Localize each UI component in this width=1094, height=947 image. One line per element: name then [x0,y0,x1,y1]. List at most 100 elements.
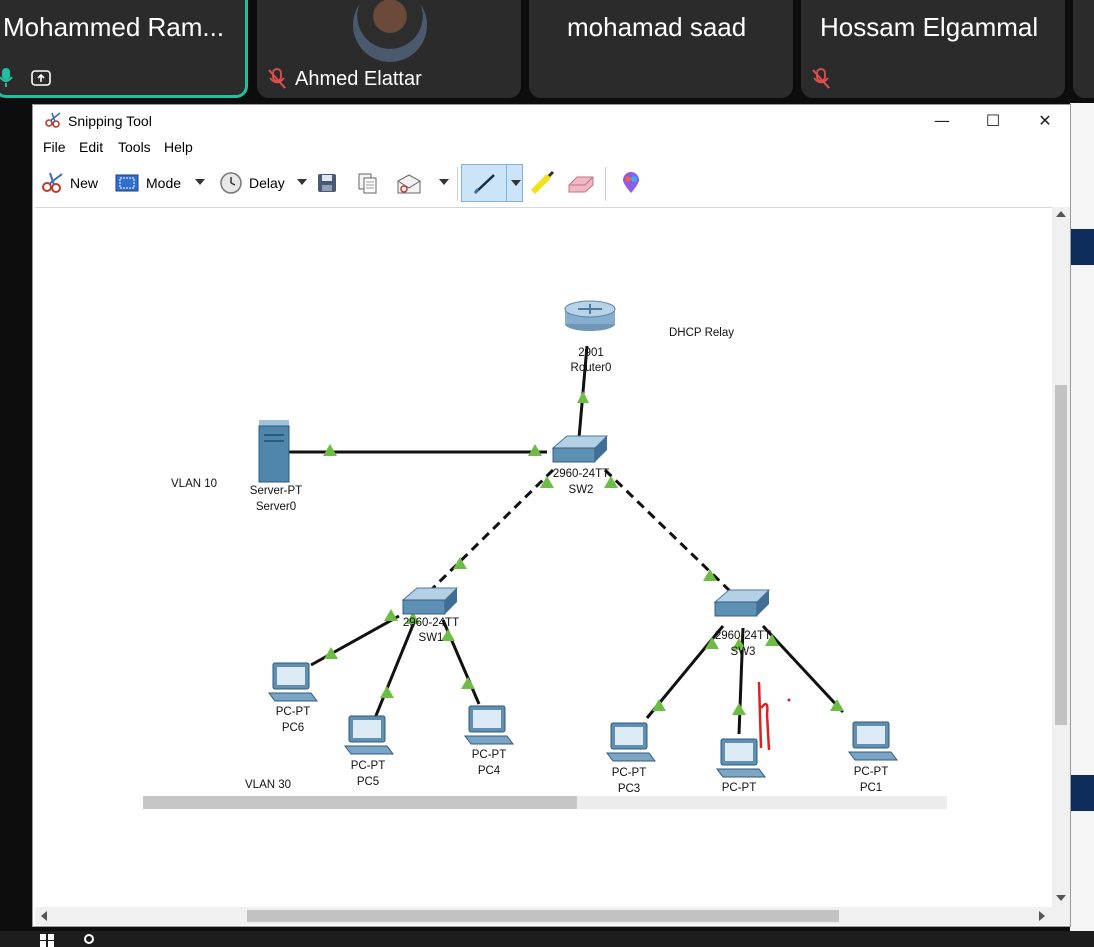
highlighter-icon[interactable] [529,171,555,195]
vlan10-note: VLAN 10 [171,478,217,490]
chevron-down-icon [439,179,449,185]
scrollbar-corner [1052,907,1070,925]
pc2-model-label: PC-PT [722,782,757,794]
dhcp-note: DHCP Relay [669,327,734,339]
toolbar-separator [605,167,606,201]
pc5-name-label: PC5 [357,776,379,788]
chevron-right-icon[interactable] [1039,911,1045,921]
link-sw3-pc1 [761,624,845,714]
server-model-label: Server-PT [250,485,302,497]
sw3-name-label: SW3 [731,646,756,658]
switch-sw3 [713,589,771,617]
minimize-button[interactable]: — [919,109,965,133]
scissors-icon [42,172,63,193]
menu-file[interactable]: File [43,139,66,155]
toolbar: New Mode Delay [33,163,1070,203]
pc3-name-label: PC3 [618,783,640,795]
participant-tile-2[interactable]: Ahmed Elattar [257,0,521,98]
link-sw1-pc5 [373,619,417,719]
pc4-name-label: PC4 [478,765,501,777]
participant-name: Mohammed Ram... [3,12,225,42]
window-title: Snipping Tool [68,113,152,129]
router-device [564,300,616,331]
paint-3d-icon[interactable] [621,172,641,194]
pen-icon [473,174,495,194]
pen-button[interactable] [461,164,523,202]
menu-edit[interactable]: Edit [79,139,103,155]
participant-name: Hossam Elgammal [820,12,1039,42]
clock-icon [220,172,242,194]
participant-tile-4[interactable]: Hossam Elgammal [801,0,1065,98]
scissors-icon [45,112,61,128]
vertical-scrollbar[interactable] [1052,207,1070,907]
snipping-tool-window: Snipping Tool — ☐ ✕ File Edit Tools Help… [32,104,1071,927]
new-button[interactable]: New [37,165,101,199]
microphone-muted-icon [268,68,286,89]
vertical-scrollbar-thumb[interactable] [1055,385,1067,725]
pc-pc6 [268,662,318,702]
participant-tile-1[interactable]: Mohammed Ram... [0,0,248,98]
snip-canvas[interactable]: 2901 Router0 DHCP Relay Server-PT Server… [35,207,1053,908]
participant-tile-3[interactable]: mohamad saad [529,0,793,98]
horizontal-scrollbar-thumb[interactable] [247,910,839,922]
sw1-name-label: SW1 [419,632,444,644]
pc1-model-label: PC-PT [854,766,889,778]
sw3-model-label: 2960-24TT [715,630,771,642]
router-name-label: Router0 [571,362,612,374]
switch-sw1 [401,587,459,615]
chevron-up-icon[interactable] [1056,211,1066,217]
participant-name: Ahmed Elattar [295,68,422,90]
eraser-icon[interactable] [567,173,595,193]
close-button[interactable]: ✕ [1022,109,1068,133]
pen-dot [787,698,791,702]
taskbar-search-icon[interactable] [84,934,94,944]
chevron-left-icon[interactable] [41,911,47,921]
title-bar[interactable]: Snipping Tool — ☐ ✕ [33,105,1070,135]
sw2-name-label: SW2 [569,484,594,496]
mode-label: Mode [146,175,182,191]
server-device [258,420,290,483]
horizontal-scrollbar[interactable] [35,907,1052,925]
pc4-model-label: PC-PT [472,749,507,761]
send-snip-button[interactable] [395,165,451,199]
chevron-down-icon [297,179,307,185]
menu-help[interactable]: Help [164,139,193,155]
delay-button[interactable]: Delay [219,165,311,199]
save-icon[interactable] [317,173,337,193]
pc-pc1 [848,721,898,761]
sw2-model-label: 2960-24TT [553,468,609,480]
pen-annotation [757,681,771,751]
microphone-muted-icon [812,68,830,89]
link-sw1-pc6 [310,614,400,667]
chevron-down-icon[interactable] [1056,895,1066,901]
pc-pc5 [344,715,394,755]
mode-button[interactable]: Mode [113,165,209,199]
rectangle-snip-icon [115,174,139,192]
toolbar-separator [457,167,458,201]
windows-start-icon[interactable] [40,934,54,947]
pc3-model-label: PC-PT [612,767,647,779]
pc-pc3 [606,722,656,762]
participant-tile-5[interactable] [1073,0,1094,98]
switch-sw2 [551,435,609,463]
taskbar [0,931,1094,947]
chevron-down-icon [195,179,205,185]
pc-pc2 [716,738,766,778]
share-screen-icon [31,70,51,86]
pc6-name-label: PC6 [282,722,304,734]
router-model-label: 2901 [578,347,604,359]
delay-label: Delay [249,175,285,191]
background-app-window [1070,103,1094,947]
copy-icon[interactable] [357,172,379,194]
avatar [353,0,427,62]
new-label: New [70,175,99,191]
captured-scrollbar-thumb [143,796,577,809]
envelope-icon [397,174,421,194]
network-topology: 2901 Router0 DHCP Relay Server-PT Server… [143,300,947,809]
menu-tools[interactable]: Tools [118,139,151,155]
pc1-name-label: PC1 [860,782,882,794]
participant-name: mohamad saad [567,12,747,42]
server-name-label: Server0 [256,501,296,513]
maximize-button[interactable]: ☐ [970,109,1016,133]
link-sw2-sw1 [429,468,555,592]
